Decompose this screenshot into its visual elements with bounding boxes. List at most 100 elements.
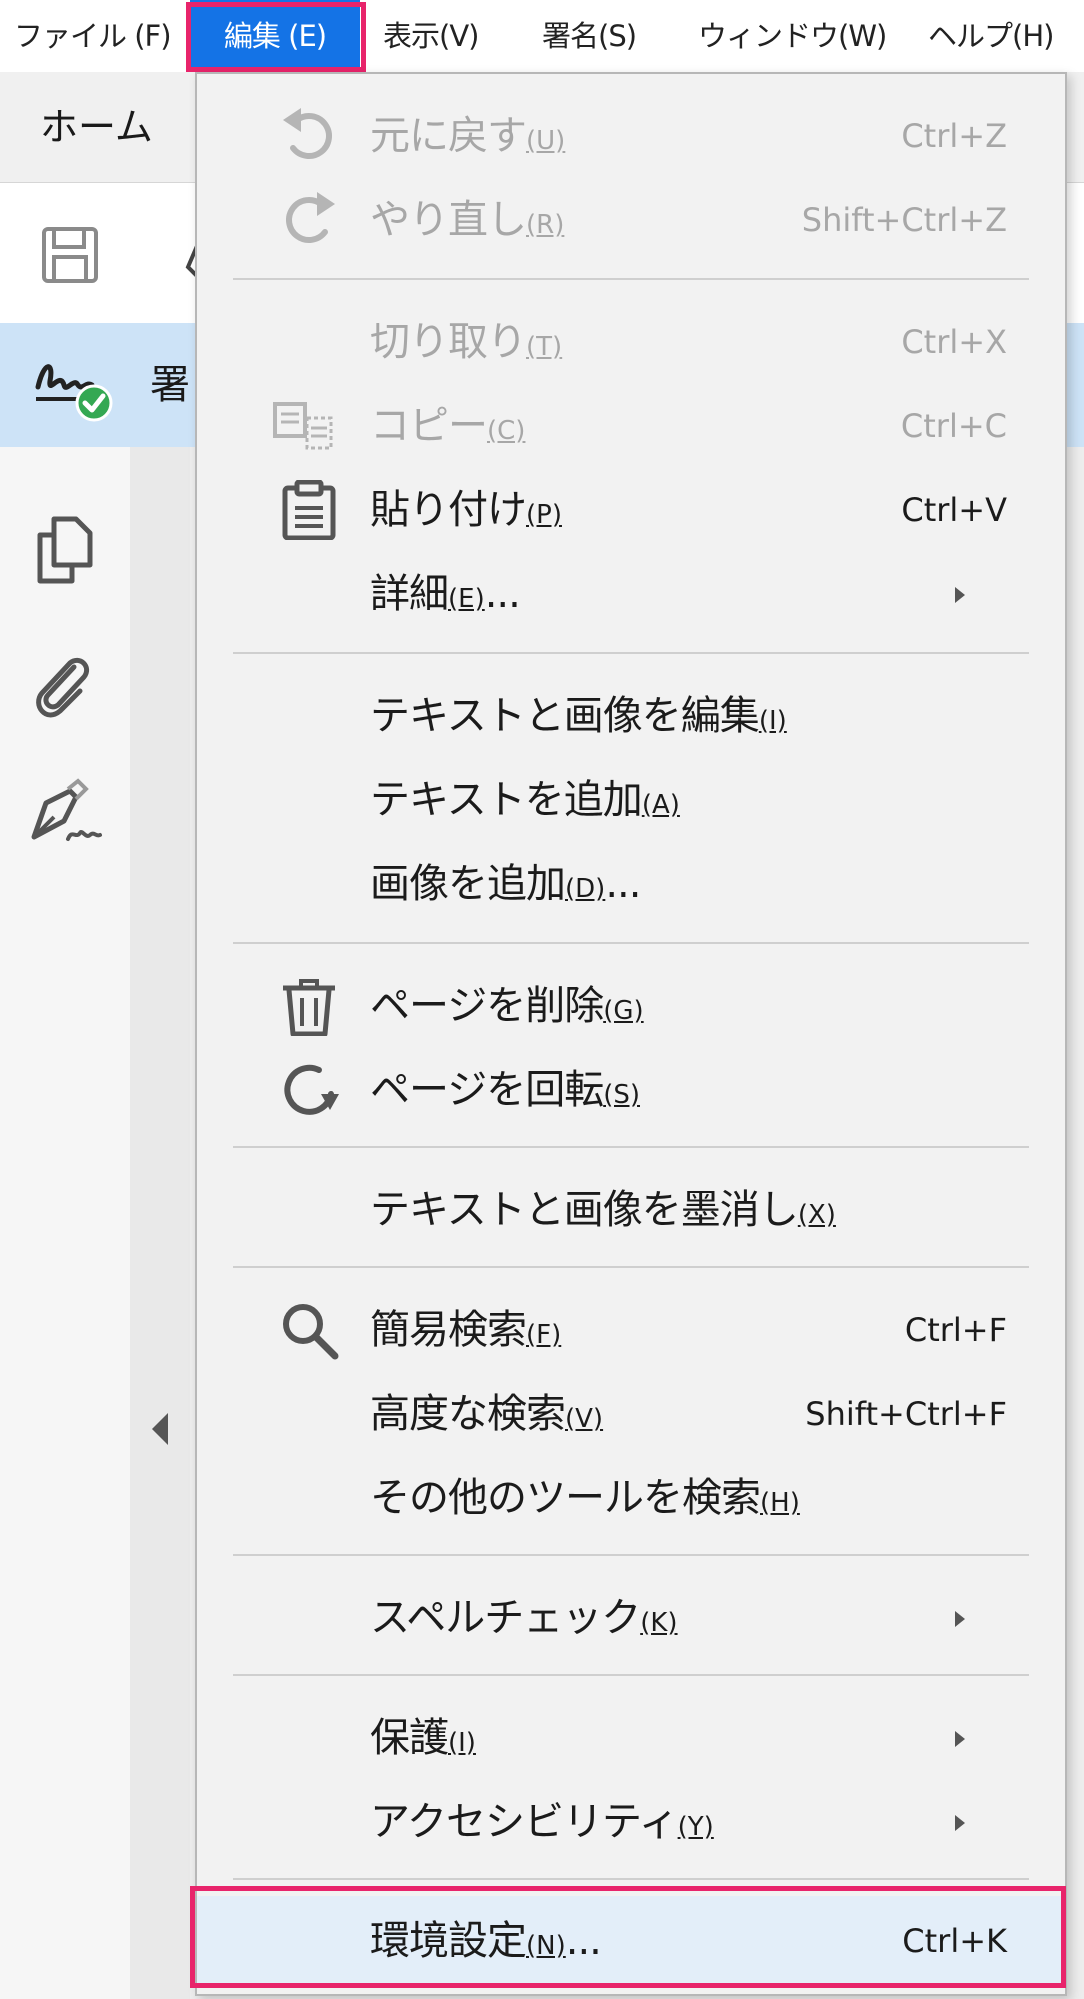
menu-item-mnemonic: (E): [448, 584, 485, 614]
menu-item-spell-check[interactable]: スペルチェック(K): [197, 1576, 1065, 1660]
edit-menu-dropdown: 元に戻す(U) Ctrl+Z やり直し(R) Shift+Ctrl+Z 切り取り…: [195, 72, 1067, 1996]
menu-item-label: 画像を追加: [370, 861, 566, 907]
menu-item-label: コピー: [370, 403, 488, 449]
copy-icon: [273, 402, 333, 450]
save-icon[interactable]: [38, 223, 102, 287]
menu-item-mnemonic: (T): [526, 332, 563, 362]
menu-window[interactable]: ウィンドウ(W): [698, 0, 888, 72]
menu-item-mnemonic: (P): [526, 500, 562, 530]
submenu-arrow-icon: [955, 1611, 965, 1627]
menu-item-label: 環境設定: [370, 1918, 527, 1964]
menu-separator: [233, 1266, 1029, 1268]
menu-item-accessibility[interactable]: アクセシビリティ(Y): [197, 1780, 1065, 1864]
menu-item-mnemonic: (F): [526, 1320, 562, 1350]
menu-item-mnemonic: (Y): [677, 1812, 714, 1842]
menu-item-mnemonic: (V): [565, 1404, 604, 1434]
menu-item-label: ページを回転: [370, 1067, 604, 1113]
menu-sign[interactable]: 署名(S): [542, 0, 662, 72]
menu-item-advanced-search[interactable]: 高度な検索(V) Shift+Ctrl+F: [197, 1372, 1065, 1456]
menu-item-label: スペルチェック: [370, 1595, 641, 1641]
menu-separator: [233, 278, 1029, 280]
menu-separator: [233, 942, 1029, 944]
undo-icon: [283, 108, 332, 159]
menu-item-mnemonic: (K): [640, 1608, 678, 1638]
menu-item-edit-text-images[interactable]: テキストと画像を編集(I): [197, 674, 1065, 758]
menu-item-mnemonic: (S): [603, 1080, 640, 1110]
menu-edit[interactable]: 編集 (E): [190, 0, 360, 72]
menu-item-label: ページを削除: [370, 983, 604, 1029]
menu-item-shortcut: Ctrl+F: [904, 1311, 1007, 1349]
menu-item-label: テキストと画像を墨消し: [370, 1187, 799, 1233]
signature-status-text: 署: [150, 362, 190, 408]
menu-help[interactable]: ヘルプ(H): [928, 0, 1068, 72]
menu-item-label: 切り取り: [370, 319, 527, 365]
submenu-arrow-icon: [955, 587, 965, 603]
menu-item-preferences[interactable]: 環境設定(N)... Ctrl+K: [197, 1896, 1065, 1986]
menu-item-add-text[interactable]: テキストを追加(A): [197, 758, 1065, 842]
menu-item-protection[interactable]: 保護(I): [197, 1696, 1065, 1780]
menu-item-shortcut: Ctrl+C: [900, 407, 1007, 445]
menu-item-label: 詳細: [370, 571, 449, 617]
menu-item-rotate-page[interactable]: ページを回転(S): [197, 1048, 1065, 1132]
menu-item-ellipsis: ...: [484, 571, 521, 617]
menu-item-paste[interactable]: 貼り付け(P) Ctrl+V: [197, 468, 1065, 552]
menu-view[interactable]: 表示(V): [383, 0, 493, 72]
pages-icon[interactable]: [32, 513, 96, 587]
menu-item-label: やり直し: [370, 197, 527, 243]
menu-item-mnemonic: (X): [797, 1200, 836, 1230]
menu-separator: [233, 1674, 1029, 1676]
menu-item-shortcut: Shift+Ctrl+F: [805, 1395, 1007, 1433]
menu-item-ellipsis: ...: [565, 1918, 602, 1964]
tab-home[interactable]: ホーム: [40, 72, 153, 182]
collapse-left-arrow-icon[interactable]: [148, 1409, 172, 1449]
menu-item-mnemonic: (A): [641, 790, 680, 820]
menu-item-delete-page[interactable]: ページを削除(G): [197, 964, 1065, 1048]
menu-item-shortcut: Ctrl+Z: [901, 117, 1007, 155]
menu-item-redo[interactable]: やり直し(R) Shift+Ctrl+Z: [197, 178, 1065, 262]
fill-sign-icon[interactable]: [24, 777, 104, 851]
menu-item-label: アクセシビリティ: [370, 1799, 679, 1845]
menu-item-undo[interactable]: 元に戻す(U) Ctrl+Z: [197, 94, 1065, 178]
menu-item-label: 保護: [370, 1715, 449, 1761]
menu-separator: [233, 1878, 1029, 1880]
submenu-arrow-icon: [955, 1815, 965, 1831]
menu-file[interactable]: ファイル (F): [14, 0, 174, 72]
menu-item-mnemonic: (I): [448, 1728, 476, 1758]
submenu-arrow-icon: [955, 1731, 965, 1747]
menu-item-mnemonic: (H): [760, 1488, 800, 1518]
menu-item-mnemonic: (G): [603, 996, 644, 1026]
menu-item-mnemonic: (I): [758, 706, 787, 736]
menu-separator: [233, 1146, 1029, 1148]
attachment-icon[interactable]: [28, 651, 96, 723]
menu-item-mnemonic: (N): [526, 1931, 566, 1961]
navigation-rail: [0, 447, 132, 1999]
menu-item-label: テキストと画像を編集: [370, 693, 760, 739]
menu-item-more[interactable]: 詳細(E)...: [197, 552, 1065, 636]
menu-separator: [233, 1554, 1029, 1556]
menu-item-label: テキストを追加: [370, 777, 643, 823]
menu-item-label: 簡易検索: [370, 1307, 527, 1353]
menu-item-redact[interactable]: テキストと画像を墨消し(X): [197, 1168, 1065, 1252]
menu-item-find[interactable]: 簡易検索(F) Ctrl+F: [197, 1288, 1065, 1372]
search-icon: [283, 1304, 339, 1360]
menu-item-shortcut: Ctrl+V: [901, 491, 1007, 529]
star-icon[interactable]: [160, 227, 200, 287]
menu-item-label: 元に戻す: [370, 113, 527, 159]
rotate-icon: [284, 1064, 339, 1115]
menu-item-copy[interactable]: コピー(C) Ctrl+C: [197, 384, 1065, 468]
menu-item-mnemonic: (R): [526, 210, 565, 240]
signature-verified-icon: [35, 364, 113, 422]
menu-item-cut[interactable]: 切り取り(T) Ctrl+X: [197, 300, 1065, 384]
clipboard-icon: [282, 480, 336, 540]
menu-item-ellipsis: ...: [605, 861, 641, 907]
menu-item-shortcut: Shift+Ctrl+Z: [801, 201, 1007, 239]
trash-icon: [283, 979, 335, 1036]
menu-item-label: 貼り付け: [370, 487, 527, 533]
menu-item-add-image[interactable]: 画像を追加(D)...: [197, 842, 1065, 926]
menu-item-mnemonic: (D): [565, 874, 606, 904]
menu-item-search-tools[interactable]: その他のツールを検索(H): [197, 1456, 1065, 1540]
menu-item-label: 高度な検索: [370, 1391, 566, 1437]
menu-separator: [233, 652, 1029, 654]
redo-icon: [286, 192, 335, 243]
menu-item-shortcut: Ctrl+K: [902, 1922, 1007, 1960]
